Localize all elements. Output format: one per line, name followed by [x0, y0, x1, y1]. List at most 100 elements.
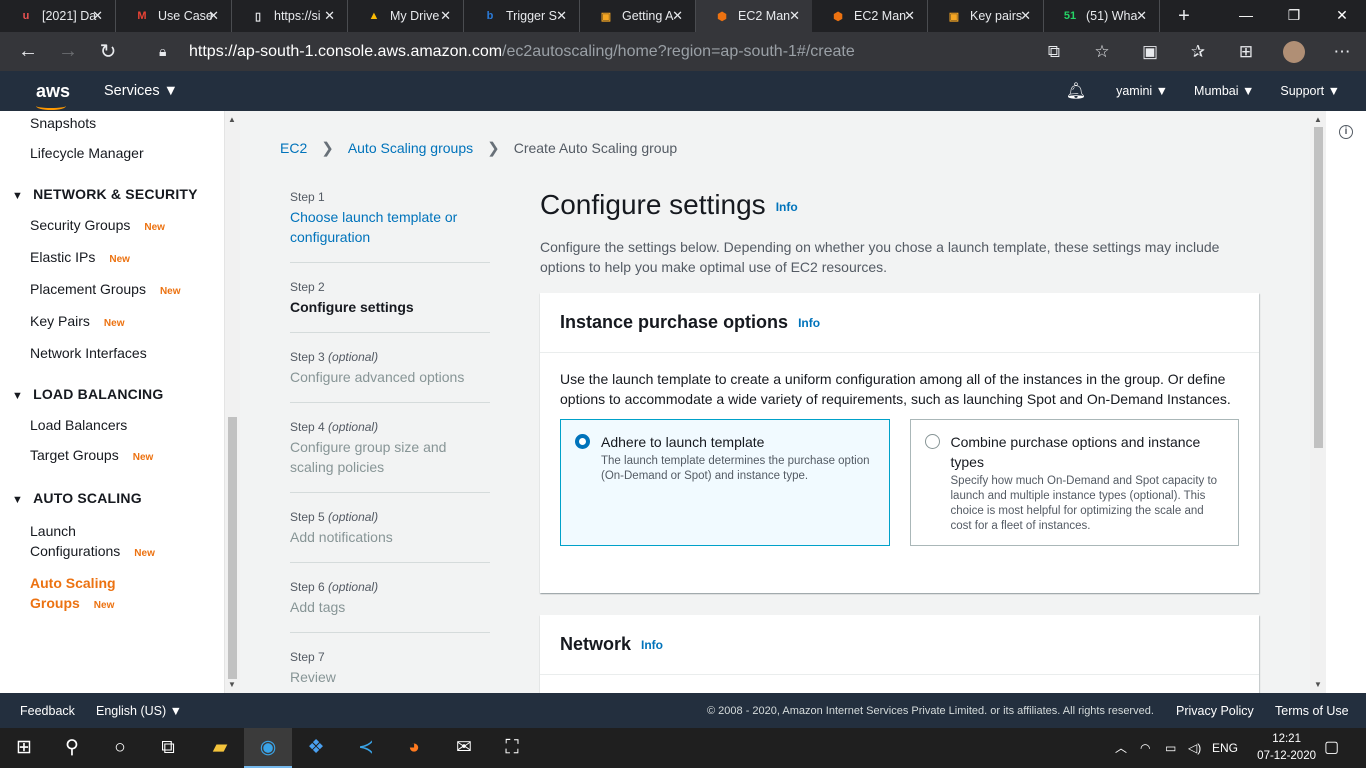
info-link[interactable]: Info: [798, 316, 820, 330]
sidebar-item-elastic-ips[interactable]: Elastic IPs New: [30, 249, 130, 265]
store-icon[interactable]: ⛶: [488, 728, 536, 768]
bell-icon[interactable]: 🔔︎: [1066, 81, 1086, 101]
favorites-icon[interactable]: ✰: [1174, 42, 1222, 62]
scroll-up-icon[interactable]: ▲: [228, 115, 236, 124]
close-tab-icon[interactable]: ✕: [904, 8, 915, 24]
breadcrumb-ec2[interactable]: EC2: [280, 140, 307, 156]
close-tab-icon[interactable]: ✕: [1020, 8, 1031, 24]
feedback-link[interactable]: Feedback: [20, 704, 75, 718]
back-icon[interactable]: ←: [8, 40, 48, 63]
browser-tab[interactable]: M Use Case ✕: [116, 0, 232, 32]
step-number: Step 3 (optional): [290, 350, 379, 364]
region-menu[interactable]: Mumbai ▼: [1194, 84, 1254, 98]
scrollbar-thumb[interactable]: [228, 417, 237, 679]
sidebar-section-load-balancing[interactable]: ▼ LOAD BALANCING: [12, 386, 163, 402]
terms-of-use-link[interactable]: Terms of Use: [1275, 704, 1349, 718]
favorite-star-icon[interactable]: ☆: [1078, 42, 1126, 62]
sidebar-item-placement-groups[interactable]: Placement Groups New: [30, 281, 181, 297]
info-link[interactable]: Info: [776, 200, 798, 214]
close-window-button[interactable]: ✕: [1318, 0, 1366, 32]
close-tab-icon[interactable]: ✕: [440, 8, 451, 24]
file-explorer-icon[interactable]: ▰: [196, 728, 244, 768]
close-tab-icon[interactable]: ✕: [324, 8, 335, 24]
radio-selected[interactable]: [575, 434, 590, 449]
more-menu-icon[interactable]: ⋯: [1318, 42, 1366, 62]
volume-icon[interactable]: ◁): [1188, 728, 1201, 768]
extensions-icon[interactable]: ⊞: [1222, 42, 1270, 62]
sidebar-item-target-groups[interactable]: Target Groups New: [30, 447, 153, 463]
search-icon[interactable]: ⚲: [48, 728, 96, 768]
combine-purchase-options-option[interactable]: Combine purchase options and instance ty…: [909, 419, 1239, 546]
windows-start-icon[interactable]: ⊞: [0, 728, 48, 768]
vscode-icon[interactable]: ≺: [342, 728, 390, 768]
forward-icon[interactable]: →: [48, 40, 88, 63]
browser-tab[interactable]: ⬢ EC2 Man ✕: [812, 0, 928, 32]
scrollbar-thumb[interactable]: [1314, 127, 1323, 448]
system-clock[interactable]: 12:21 07-12-2020: [1257, 731, 1316, 765]
scroll-down-icon[interactable]: ▼: [228, 680, 236, 689]
sidebar-item-launch-configurations[interactable]: Launch Configurations New: [30, 521, 155, 564]
browser-tab[interactable]: b Trigger S ✕: [464, 0, 580, 32]
close-tab-icon[interactable]: ✕: [556, 8, 567, 24]
aws-logo[interactable]: aws: [36, 82, 70, 110]
radio-unselected[interactable]: [924, 434, 940, 449]
user-menu[interactable]: yamini ▼: [1116, 84, 1168, 98]
task-view-icon[interactable]: ⧉: [144, 728, 192, 768]
browser-tab[interactable]: ⬢ EC2 Man ✕: [696, 0, 812, 32]
close-tab-icon[interactable]: ✕: [672, 8, 683, 24]
wizard-step-1[interactable]: Step 1 Choose launch template or configu…: [290, 185, 490, 263]
battery-icon[interactable]: ▭: [1165, 728, 1176, 768]
close-tab-icon[interactable]: ✕: [208, 8, 219, 24]
browser-tab[interactable]: ▲ My Drive ✕: [348, 0, 464, 32]
browser-tab[interactable]: 51 (51) Wha ✕: [1044, 0, 1160, 32]
step-title: Configure advanced options: [290, 369, 465, 385]
support-menu[interactable]: Support ▼: [1280, 84, 1340, 98]
profile-avatar[interactable]: [1283, 40, 1305, 63]
info-circle-icon[interactable]: i: [1339, 125, 1353, 139]
sidebar-item-lifecycle-manager[interactable]: Lifecycle Manager: [30, 145, 144, 161]
read-aloud-icon[interactable]: ⧉: [1030, 42, 1078, 62]
sidebar-item-security-groups[interactable]: Security Groups New: [30, 217, 165, 233]
restore-button[interactable]: ❐: [1270, 0, 1318, 32]
sidebar-item-snapshots[interactable]: Snapshots: [30, 115, 96, 131]
sidebar-item-network-interfaces[interactable]: Network Interfaces: [30, 345, 147, 361]
close-tab-icon[interactable]: ✕: [789, 8, 800, 24]
sidebar-item-auto-scaling-groups[interactable]: Auto Scaling Groups New: [30, 573, 116, 616]
language-selector[interactable]: English (US) ▼: [96, 704, 182, 718]
wifi-icon[interactable]: ◠: [1140, 728, 1150, 768]
tray-expand-icon[interactable]: ︿: [1115, 728, 1127, 768]
notifications-icon[interactable]: ▢: [1324, 728, 1339, 768]
refresh-icon[interactable]: ↻: [88, 39, 128, 64]
caret-down-icon: ▼: [12, 390, 24, 402]
close-tab-icon[interactable]: ✕: [1136, 8, 1147, 24]
language-indicator[interactable]: ENG: [1212, 728, 1238, 768]
scroll-up-icon[interactable]: ▲: [1314, 115, 1322, 124]
services-menu[interactable]: Services ▼: [104, 83, 178, 99]
privacy-policy-link[interactable]: Privacy Policy: [1176, 704, 1254, 718]
sidebar-item-key-pairs[interactable]: Key Pairs New: [30, 313, 124, 329]
firefox-icon[interactable]: ◕: [390, 728, 438, 768]
sidebar-section-network-security[interactable]: ▼ NETWORK & SECURITY: [12, 186, 198, 202]
browser-tab[interactable]: ▯ https://si ✕: [232, 0, 348, 32]
main-scrollbar[interactable]: ▲ ▼: [1310, 111, 1326, 693]
sidebar-section-auto-scaling[interactable]: ▼ AUTO SCALING: [12, 490, 142, 506]
minimize-button[interactable]: —: [1222, 0, 1270, 32]
new-tab-button[interactable]: +: [1168, 5, 1200, 28]
info-link[interactable]: Info: [641, 638, 663, 652]
collections-icon[interactable]: ▣: [1126, 42, 1174, 62]
browser-tab[interactable]: ▣ Key pairs ✕: [928, 0, 1044, 32]
browser-tab[interactable]: u [2021] Da ✕: [0, 0, 116, 32]
mail-icon[interactable]: ✉: [440, 728, 488, 768]
adhere-to-launch-template-option[interactable]: Adhere to launch template The launch tem…: [560, 419, 890, 546]
step-title[interactable]: Choose launch template or configuration: [290, 207, 490, 247]
scroll-down-icon[interactable]: ▼: [1314, 680, 1322, 689]
edge-browser-icon[interactable]: ◉: [244, 728, 292, 768]
dropbox-icon[interactable]: ❖: [292, 728, 340, 768]
cortana-icon[interactable]: ○: [96, 728, 144, 768]
sidebar-scrollbar[interactable]: ▲ ▼: [224, 111, 240, 693]
close-tab-icon[interactable]: ✕: [92, 8, 103, 24]
url-field[interactable]: 🔒︎ https://ap-south-1.console.aws.amazon…: [145, 36, 1125, 67]
sidebar-item-load-balancers[interactable]: Load Balancers: [30, 417, 127, 433]
browser-tab[interactable]: ▣ Getting A ✕: [580, 0, 696, 32]
breadcrumb-auto-scaling-groups[interactable]: Auto Scaling groups: [348, 140, 473, 156]
